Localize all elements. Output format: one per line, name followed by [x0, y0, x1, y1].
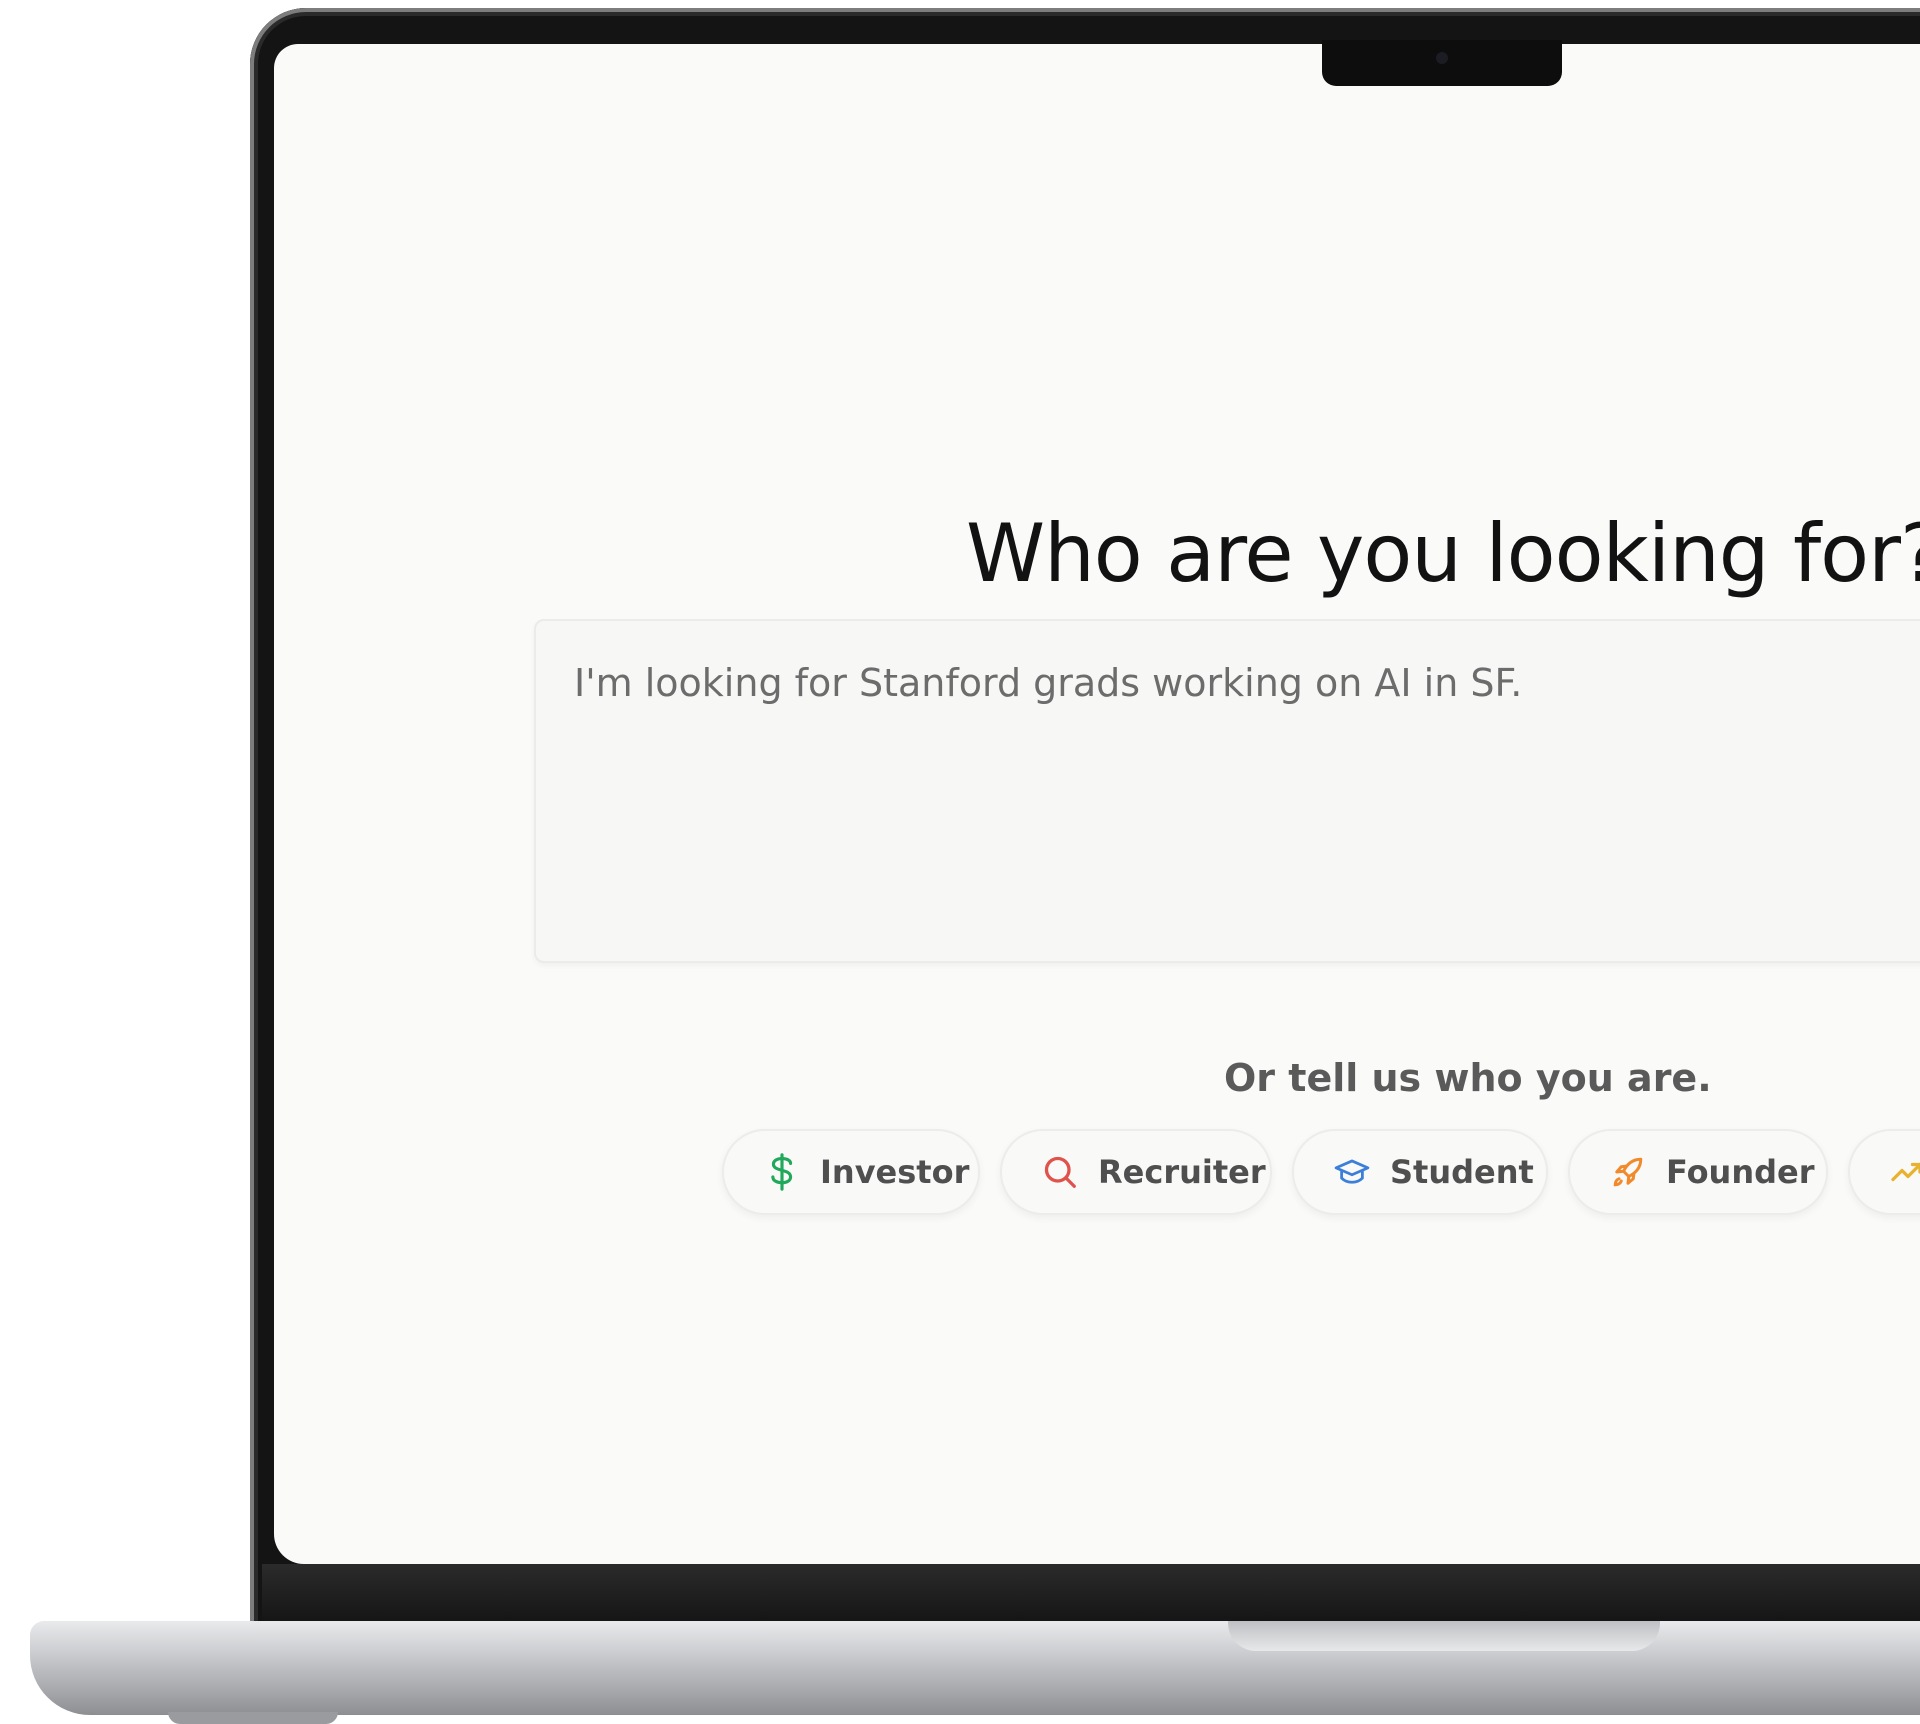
role-chip-student[interactable]: Student	[1292, 1129, 1548, 1215]
role-label: Investor	[820, 1153, 970, 1191]
role-prompt: Or tell us who you are.	[1224, 1056, 1712, 1100]
camera-icon	[1436, 52, 1448, 64]
search-query-placeholder: I'm looking for Stanford grads working o…	[574, 661, 1523, 705]
camera-notch	[1322, 40, 1562, 86]
graduation-cap-icon	[1334, 1154, 1370, 1190]
page-title: Who are you looking for?	[966, 507, 1920, 600]
app-screen: Who are you looking for? I'm looking for…	[274, 44, 1920, 1564]
rocket-icon	[1610, 1154, 1646, 1190]
search-query-input[interactable]: I'm looking for Stanford grads working o…	[534, 619, 1920, 963]
laptop-open-notch	[1228, 1621, 1660, 1651]
role-label: Founder	[1666, 1153, 1815, 1191]
laptop-mockup: Who are you looking for? I'm looking for…	[0, 0, 1920, 1724]
dollar-icon	[764, 1153, 800, 1191]
role-chip-recruiter[interactable]: Recruiter	[1000, 1129, 1272, 1215]
search-icon	[1042, 1154, 1078, 1190]
role-label: Student	[1390, 1153, 1534, 1191]
role-chip-investor[interactable]: Investor	[722, 1129, 980, 1215]
role-chip-growth[interactable]	[1848, 1129, 1920, 1215]
role-chip-founder[interactable]: Founder	[1568, 1129, 1828, 1215]
role-label: Recruiter	[1098, 1153, 1266, 1191]
laptop-hinge	[262, 1564, 1920, 1622]
trending-up-icon	[1890, 1154, 1920, 1190]
laptop-foot	[168, 1712, 338, 1724]
